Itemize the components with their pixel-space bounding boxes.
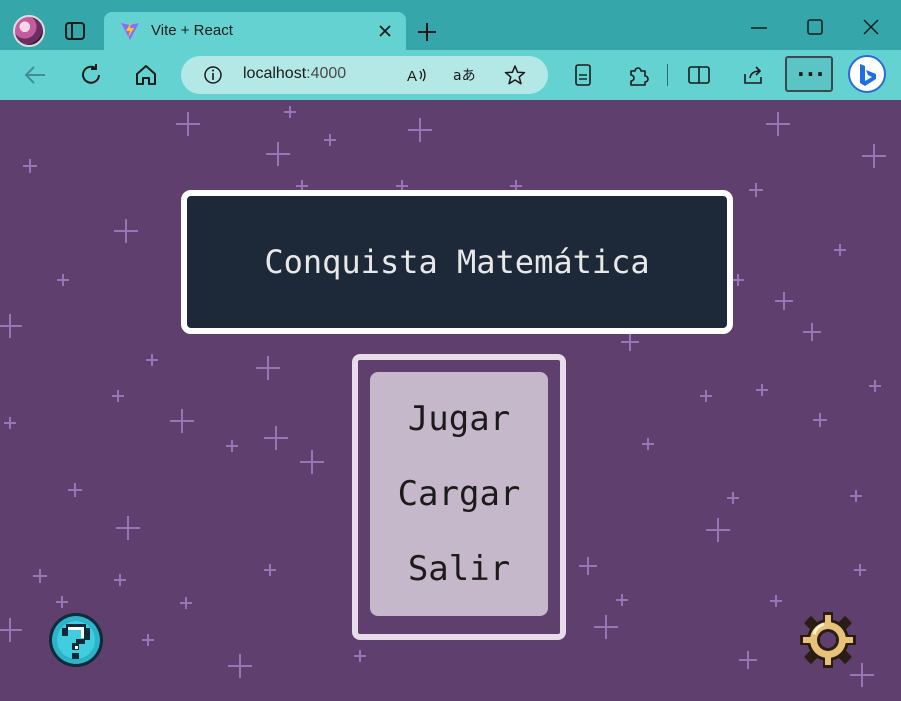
new-tab-icon[interactable]	[416, 21, 438, 43]
star-sparkle	[56, 596, 68, 608]
star-sparkle	[146, 354, 158, 366]
question-mark-icon	[49, 613, 103, 667]
star-sparkle	[594, 615, 618, 639]
star-sparkle	[749, 183, 763, 197]
star-sparkle	[0, 618, 22, 642]
share-icon[interactable]	[741, 62, 767, 88]
star-sparkle	[766, 112, 790, 136]
star-sparkle	[176, 112, 200, 136]
vite-logo-icon	[121, 22, 139, 40]
home-icon[interactable]	[133, 62, 159, 88]
star-sparkle	[813, 413, 827, 427]
star-sparkle	[854, 564, 866, 576]
star-sparkle	[739, 651, 757, 669]
star-sparkle	[579, 557, 597, 575]
star-sparkle	[700, 390, 712, 402]
star-sparkle	[284, 106, 296, 118]
game-title: Conquista Matemática	[264, 243, 650, 281]
browser-title-bar: Vite + React	[0, 0, 901, 50]
star-sparkle	[57, 274, 69, 286]
star-sparkle	[621, 333, 639, 351]
star-sparkle	[324, 134, 336, 146]
play-button[interactable]: Jugar	[408, 402, 510, 436]
star-sparkle	[727, 492, 739, 504]
star-sparkle	[834, 244, 846, 256]
star-sparkle	[775, 292, 793, 310]
star-sparkle	[642, 438, 654, 450]
settings-button[interactable]	[798, 610, 858, 670]
star-sparkle	[114, 574, 126, 586]
star-sparkle	[142, 634, 154, 646]
read-aloud-icon[interactable]: A	[406, 65, 428, 85]
window-close-icon[interactable]	[860, 16, 882, 38]
star-sparkle	[756, 384, 768, 396]
bing-logo-icon	[860, 64, 876, 86]
star-sparkle	[114, 219, 138, 243]
back-arrow-icon[interactable]	[22, 62, 48, 88]
star-sparkle	[732, 274, 744, 286]
more-options-button[interactable]: ···	[785, 56, 833, 92]
star-sparkle	[850, 490, 862, 502]
star-sparkle	[23, 159, 37, 173]
star-sparkle	[869, 380, 881, 392]
toolbar-separator	[667, 64, 668, 86]
refresh-icon[interactable]	[78, 62, 104, 88]
bing-copilot-icon[interactable]	[848, 55, 886, 93]
star-sparkle	[170, 409, 194, 433]
split-screen-icon[interactable]	[686, 62, 712, 88]
browser-tab-active[interactable]: Vite + React	[104, 12, 406, 50]
gear-icon	[800, 612, 856, 668]
extensions-icon[interactable]	[625, 62, 651, 88]
star-sparkle	[112, 390, 124, 402]
favorite-star-icon[interactable]	[504, 64, 526, 86]
star-sparkle	[4, 417, 16, 429]
star-sparkle	[706, 518, 730, 542]
maximize-icon[interactable]	[804, 16, 826, 38]
load-button[interactable]: Cargar	[398, 477, 521, 511]
star-sparkle	[770, 595, 782, 607]
star-sparkle	[0, 314, 22, 338]
site-info-icon[interactable]	[203, 65, 223, 85]
star-sparkle	[408, 118, 432, 142]
star-sparkle	[256, 356, 280, 380]
svg-text:A: A	[407, 68, 417, 85]
profile-avatar[interactable]	[13, 15, 45, 47]
minimize-icon[interactable]	[748, 18, 770, 38]
address-bar[interactable]: localhost:4000 A aあ	[181, 56, 548, 94]
reading-view-icon[interactable]	[570, 62, 596, 88]
exit-button[interactable]: Salir	[408, 552, 510, 586]
url-port: :4000	[306, 65, 347, 82]
tab-actions-icon[interactable]	[64, 20, 86, 42]
browser-toolbar: localhost:4000 A aあ ···	[0, 50, 901, 100]
game-viewport: Conquista Matemática Jugar Cargar Salir	[0, 100, 901, 701]
url-host: localhost	[243, 65, 307, 82]
more-options-label: ···	[797, 62, 826, 86]
svg-text:aあ: aあ	[453, 68, 476, 84]
star-sparkle	[264, 426, 288, 450]
star-sparkle	[300, 450, 324, 474]
main-menu-frame: Jugar Cargar Salir	[352, 354, 566, 640]
star-sparkle	[264, 564, 276, 576]
star-sparkle	[68, 483, 82, 497]
star-sparkle	[803, 323, 821, 341]
star-sparkle	[228, 654, 252, 678]
help-button[interactable]	[46, 610, 106, 670]
star-sparkle	[862, 144, 886, 168]
close-tab-icon[interactable]	[376, 22, 394, 40]
star-sparkle	[616, 594, 628, 606]
tab-title: Vite + React	[151, 22, 233, 39]
main-menu: Jugar Cargar Salir	[370, 372, 548, 616]
star-sparkle	[354, 650, 366, 662]
star-sparkle	[266, 142, 290, 166]
url-text: localhost:4000	[243, 65, 346, 83]
star-sparkle	[226, 440, 238, 452]
star-sparkle	[180, 597, 192, 609]
star-sparkle	[33, 569, 47, 583]
star-sparkle	[116, 516, 140, 540]
game-title-panel: Conquista Matemática	[181, 190, 733, 334]
translate-icon[interactable]: aあ	[453, 65, 477, 85]
